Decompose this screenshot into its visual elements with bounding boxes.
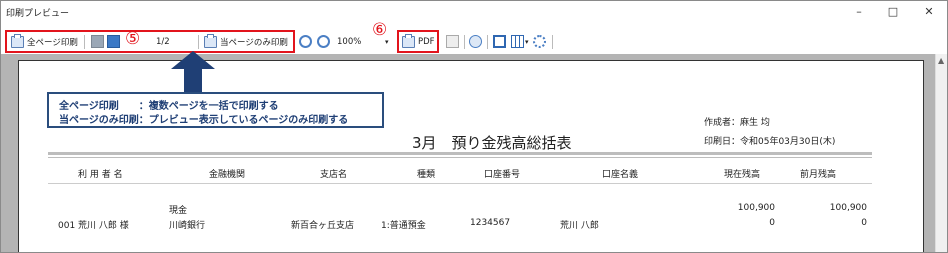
row-institution: 川崎銀行: [169, 221, 206, 231]
first-page-icon[interactable]: [91, 35, 104, 48]
separator: [487, 35, 488, 49]
prev-page-icon[interactable]: [107, 35, 120, 48]
print-preview-window: 印刷プレビュー – □ ✕ 全ページ印刷 ⑤ 1/2 当ページのみ印刷 100%…: [0, 0, 948, 253]
row-holder: 荒川 八郎: [560, 221, 599, 231]
col-header-account-no: 口座番号: [484, 170, 521, 180]
row-previous-balance-2: 0: [861, 218, 867, 228]
row-kind: 1:普通預金: [381, 221, 426, 231]
zoom-select[interactable]: 100%: [337, 34, 361, 50]
row-user: 001 荒川 八郎 様: [58, 221, 129, 231]
col-header-holder: 口座名義: [602, 170, 639, 180]
callout-line-2: 当ページのみ印刷：プレビュー表示しているページのみ印刷する: [59, 115, 349, 126]
single-page-icon[interactable]: [493, 35, 506, 48]
minimize-button[interactable]: –: [849, 4, 869, 20]
page-indicator: 1/2: [156, 37, 170, 47]
dropdown-icon[interactable]: ▾: [525, 34, 529, 50]
marker-6: ⑥: [372, 20, 388, 40]
close-button[interactable]: ✕: [919, 4, 939, 20]
row-rule: [48, 183, 872, 184]
pdf-label: PDF: [418, 37, 435, 47]
maximize-button[interactable]: □: [883, 4, 903, 20]
row-current-balance-2: 0: [769, 218, 775, 228]
col-header-branch: 支店名: [320, 170, 348, 180]
toolbar: 全ページ印刷 ⑤ 1/2 当ページのみ印刷 100% ▾ ⑥ PDF ▾: [1, 20, 947, 54]
print-all-label: 全ページ印刷: [27, 38, 78, 48]
window-title: 印刷プレビュー: [6, 9, 70, 19]
separator: [552, 35, 553, 49]
row-institution-type: 現金: [169, 206, 188, 216]
row-previous-balance: 100,900: [829, 203, 867, 213]
search-icon[interactable]: [469, 35, 482, 48]
zoom-out-icon[interactable]: [317, 35, 330, 48]
report-page: 作成者：麻生 均 印刷日：令和05年03月30日(木) 3月 預り金残高総括表 …: [18, 60, 924, 252]
print-all-button[interactable]: 全ページ印刷: [11, 34, 78, 50]
title-bar: 印刷プレビュー – □ ✕: [1, 1, 947, 23]
report-title: 3月 預り金残高総括表: [412, 134, 572, 152]
callout-line-1: 全ページ印刷 ：複数ページを一括で印刷する: [59, 101, 279, 112]
annotation-arrow: [171, 51, 215, 93]
header-rule-thin: [48, 157, 872, 158]
printer-icon: [11, 34, 24, 48]
annotation-callout: 全ページ印刷 ：複数ページを一括で印刷する 当ページのみ印刷：プレビュー表示して…: [47, 92, 384, 128]
copy-icon[interactable]: [446, 35, 459, 48]
marker-5: ⑤: [125, 29, 141, 49]
col-header-kind: 種類: [417, 170, 436, 180]
col-header-previous: 前月残高: [800, 170, 837, 180]
print-current-page-button[interactable]: 当ページのみ印刷: [204, 34, 288, 50]
print-current-label: 当ページのみ印刷: [220, 38, 288, 48]
col-header-user: 利 用 者 名: [78, 170, 123, 180]
separator: [464, 35, 465, 49]
settings-icon[interactable]: [533, 35, 546, 48]
vertical-scrollbar[interactable]: ▲: [935, 54, 947, 252]
report-print-date: 印刷日：令和05年03月30日(木): [704, 137, 836, 147]
row-account-no: 1234567: [470, 218, 511, 228]
header-rule-thick: [48, 152, 872, 155]
row-branch: 新百合ヶ丘支店: [291, 221, 355, 231]
row-current-balance: 100,900: [737, 203, 775, 213]
pdf-button[interactable]: PDF: [402, 34, 435, 50]
separator: [198, 35, 199, 49]
col-header-institution: 金融機関: [209, 170, 246, 180]
separator: [84, 35, 85, 49]
preview-area[interactable]: 作成者：麻生 均 印刷日：令和05年03月30日(木) 3月 預り金残高総括表 …: [1, 51, 935, 252]
col-header-current: 現在残高: [724, 170, 761, 180]
printer-icon: [204, 34, 217, 48]
scroll-up-icon[interactable]: ▲: [938, 56, 944, 65]
printer-icon: [402, 34, 415, 48]
zoom-in-icon[interactable]: [299, 35, 312, 48]
report-author: 作成者：麻生 均: [704, 118, 770, 128]
multi-page-icon[interactable]: [511, 35, 524, 48]
